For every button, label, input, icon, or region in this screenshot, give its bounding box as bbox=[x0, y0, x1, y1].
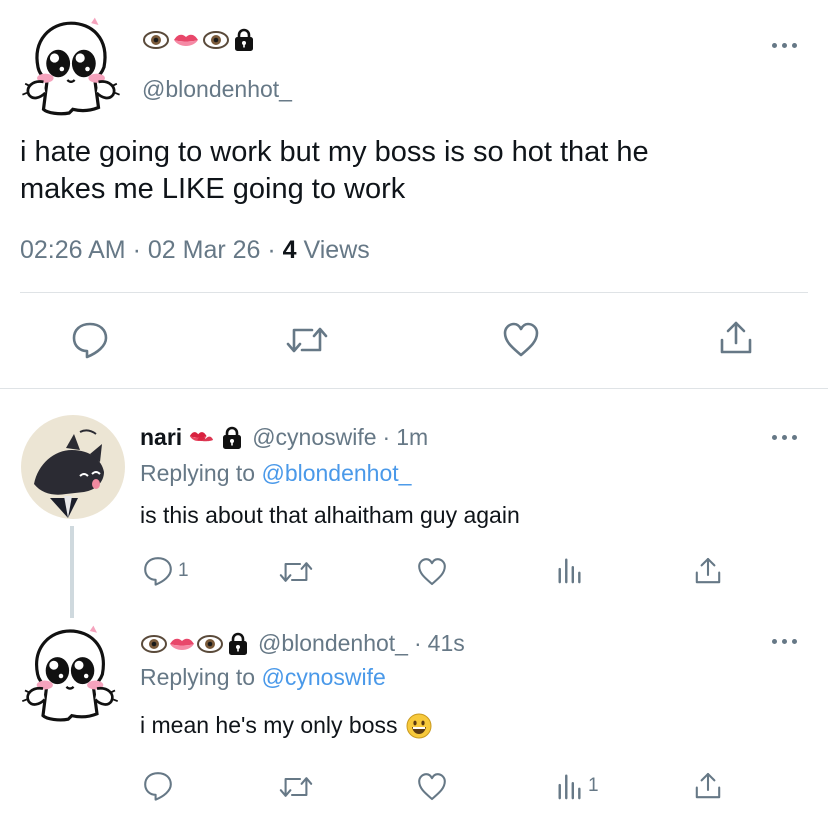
reply-button[interactable] bbox=[142, 770, 174, 802]
like-button[interactable] bbox=[501, 320, 541, 360]
share-button[interactable] bbox=[692, 770, 724, 802]
display-name[interactable]: nari bbox=[140, 424, 182, 451]
retweet-button[interactable] bbox=[278, 556, 314, 588]
divider bbox=[20, 292, 808, 293]
reply-handle[interactable]: @cynoswife bbox=[252, 424, 376, 451]
views-label[interactable]: Views bbox=[304, 236, 370, 264]
kiss-mark-icon bbox=[188, 427, 214, 449]
tweet-text: i hate going to work but my boss is so h… bbox=[20, 134, 649, 208]
eye-icon bbox=[140, 633, 168, 655]
views-icon bbox=[556, 556, 584, 584]
like-icon bbox=[501, 320, 541, 360]
lock-icon bbox=[226, 632, 250, 656]
reply-count: 1 bbox=[178, 560, 189, 581]
reply-handle[interactable]: @blondenhot_ bbox=[258, 630, 408, 657]
lips-icon bbox=[172, 29, 200, 51]
share-icon bbox=[692, 770, 724, 802]
views-button[interactable]: 1 bbox=[556, 772, 599, 800]
eye-icon bbox=[202, 29, 230, 51]
separator: · bbox=[413, 630, 422, 656]
retweet-button[interactable] bbox=[278, 771, 314, 803]
replying-prefix: Replying to bbox=[140, 664, 256, 690]
separator: · bbox=[382, 424, 391, 450]
retweet-icon bbox=[285, 320, 329, 360]
more-icon[interactable] bbox=[772, 432, 802, 444]
more-icon[interactable] bbox=[772, 40, 802, 52]
share-button[interactable] bbox=[692, 555, 724, 587]
reply-icon bbox=[142, 770, 174, 802]
reply-icon bbox=[142, 555, 174, 587]
reply-time: 41s bbox=[427, 630, 465, 656]
lock-icon bbox=[232, 28, 256, 52]
views-count[interactable]: 4 bbox=[283, 236, 297, 264]
mention-link[interactable]: @cynoswife bbox=[261, 664, 385, 690]
share-icon bbox=[692, 555, 724, 587]
retweet-button[interactable] bbox=[285, 320, 329, 360]
views-icon bbox=[556, 772, 584, 800]
views-count: 1 bbox=[588, 775, 599, 796]
retweet-icon bbox=[278, 771, 314, 803]
tweet-meta: 02:26 AM · 02 Mar 26 · 4 Views bbox=[20, 236, 370, 265]
tweet-date: 02 Mar 26 bbox=[147, 236, 261, 264]
like-icon bbox=[416, 771, 448, 803]
like-icon bbox=[416, 556, 448, 588]
thread-line bbox=[70, 526, 74, 618]
reply-icon bbox=[70, 320, 110, 360]
like-button[interactable] bbox=[416, 556, 448, 588]
reply-text-row: i mean he's my only boss bbox=[140, 712, 432, 739]
reply-text: i mean he's my only boss bbox=[140, 712, 398, 738]
replying-prefix: Replying to bbox=[140, 460, 256, 486]
blondenhot-avatar[interactable] bbox=[16, 622, 124, 730]
grinning-face-icon bbox=[406, 713, 432, 738]
blondenhot-avatar[interactable] bbox=[16, 14, 126, 124]
tweet-text-line: makes me LIKE going to work bbox=[20, 173, 406, 205]
share-icon bbox=[716, 318, 756, 358]
nari-avatar[interactable] bbox=[20, 414, 126, 520]
tweet-handle[interactable]: @blondenhot_ bbox=[142, 76, 292, 103]
reply-text: is this about that alhaitham guy again bbox=[140, 502, 520, 528]
share-button[interactable] bbox=[716, 318, 756, 358]
separator: · bbox=[267, 236, 276, 264]
lips-icon bbox=[168, 633, 196, 655]
reply-time: 1m bbox=[396, 424, 429, 450]
display-name-emojis bbox=[142, 28, 256, 52]
reply-button[interactable]: 1 bbox=[142, 555, 189, 587]
reply-header: nari @cynoswife · 1m bbox=[140, 424, 428, 451]
mention-link[interactable]: @blondenhot_ bbox=[261, 460, 411, 486]
tweet-text-line: i hate going to work but my boss is so h… bbox=[20, 136, 649, 168]
reply-header: @blondenhot_ · 41s bbox=[140, 630, 465, 657]
tweet-time: 02:26 AM bbox=[20, 236, 126, 264]
views-button[interactable] bbox=[556, 556, 584, 584]
like-button[interactable] bbox=[416, 771, 448, 803]
divider bbox=[0, 388, 828, 389]
reply-button[interactable] bbox=[70, 320, 110, 360]
replying-to: Replying to @cynoswife bbox=[140, 664, 386, 691]
replying-to: Replying to @blondenhot_ bbox=[140, 460, 411, 487]
eye-icon bbox=[196, 633, 224, 655]
separator: · bbox=[132, 236, 141, 264]
lock-icon bbox=[220, 426, 244, 450]
more-icon[interactable] bbox=[772, 636, 802, 648]
retweet-icon bbox=[278, 556, 314, 588]
eye-icon bbox=[142, 29, 170, 51]
